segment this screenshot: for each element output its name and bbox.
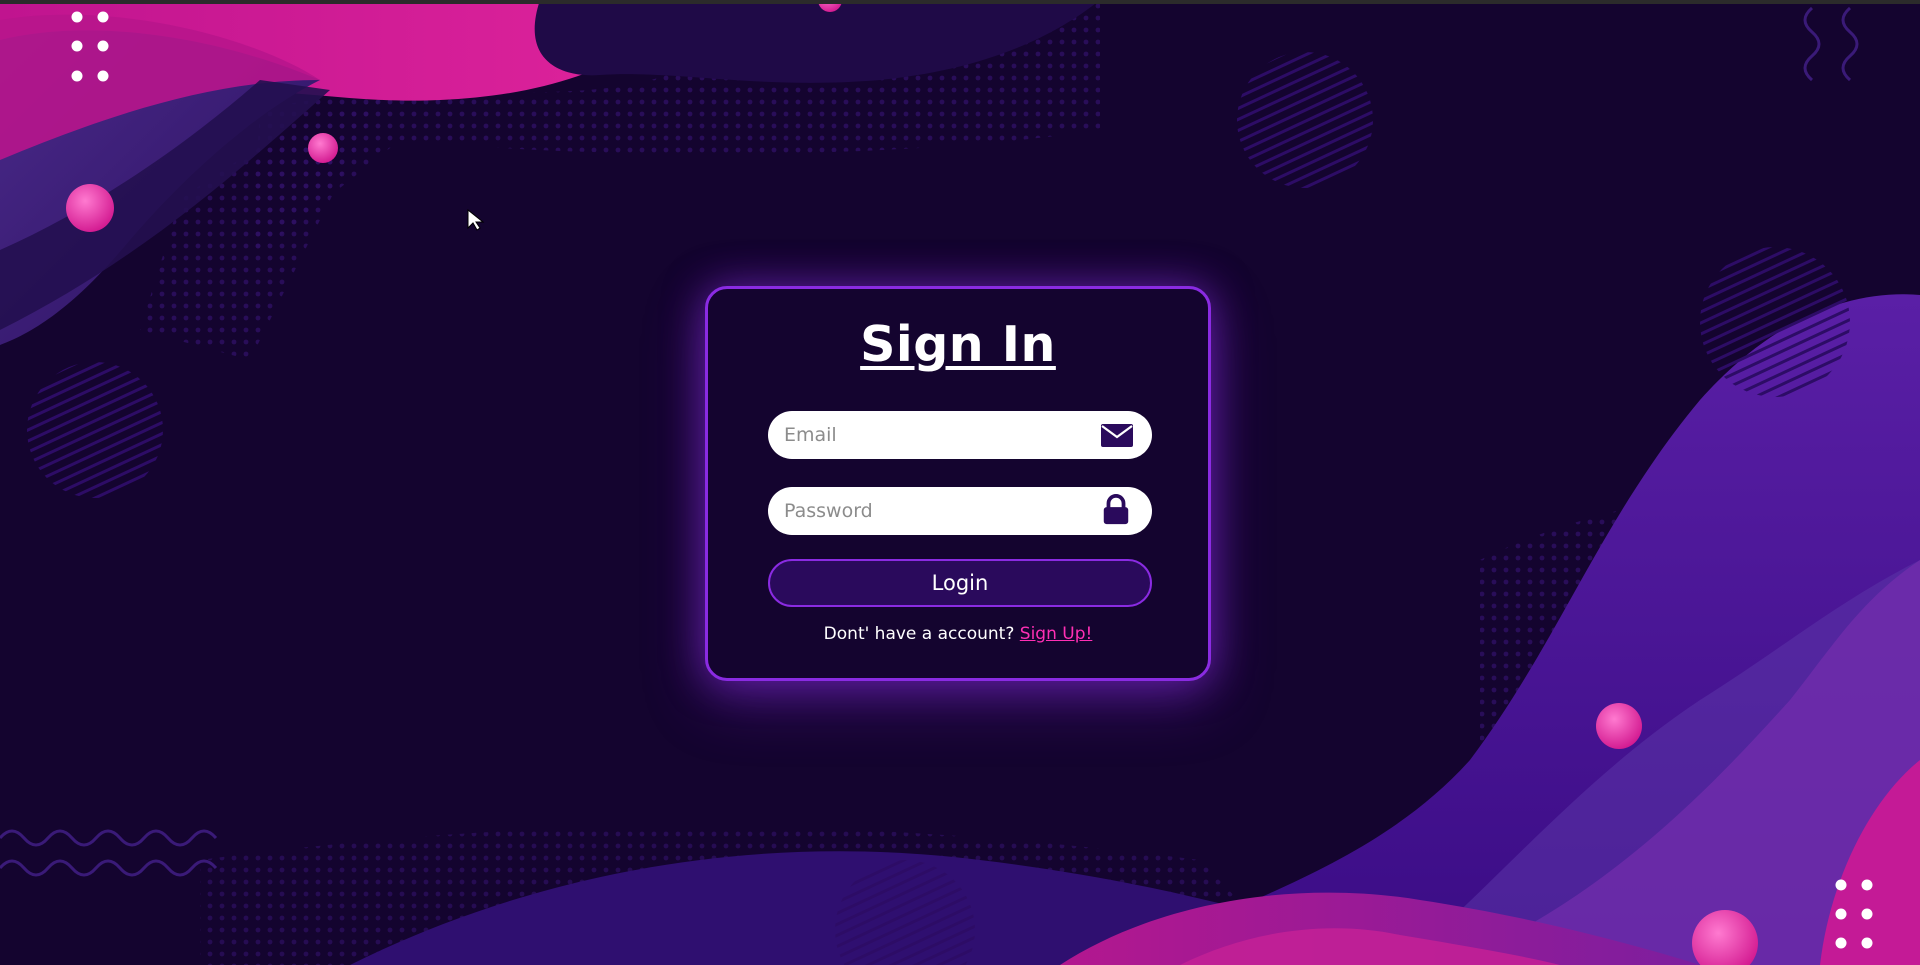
page-title: Sign In (860, 316, 1056, 373)
envelope-icon (1101, 424, 1133, 447)
signup-prompt-row: Dont' have a account? Sign Up! (708, 624, 1208, 644)
password-field[interactable] (784, 487, 1084, 535)
login-button[interactable]: Login (768, 559, 1152, 607)
email-field[interactable] (784, 411, 1084, 459)
signup-link[interactable]: Sign Up! (1020, 624, 1093, 644)
browser-top-bar (0, 0, 1920, 4)
lock-icon (1103, 494, 1129, 525)
password-field-container (768, 487, 1152, 535)
mouse-cursor-icon (467, 209, 485, 231)
sign-in-card: Sign In Login Dont' have a account? Sign… (705, 286, 1211, 681)
signup-prompt-text: Dont' have a account? (823, 624, 1015, 644)
email-field-container (768, 411, 1152, 459)
